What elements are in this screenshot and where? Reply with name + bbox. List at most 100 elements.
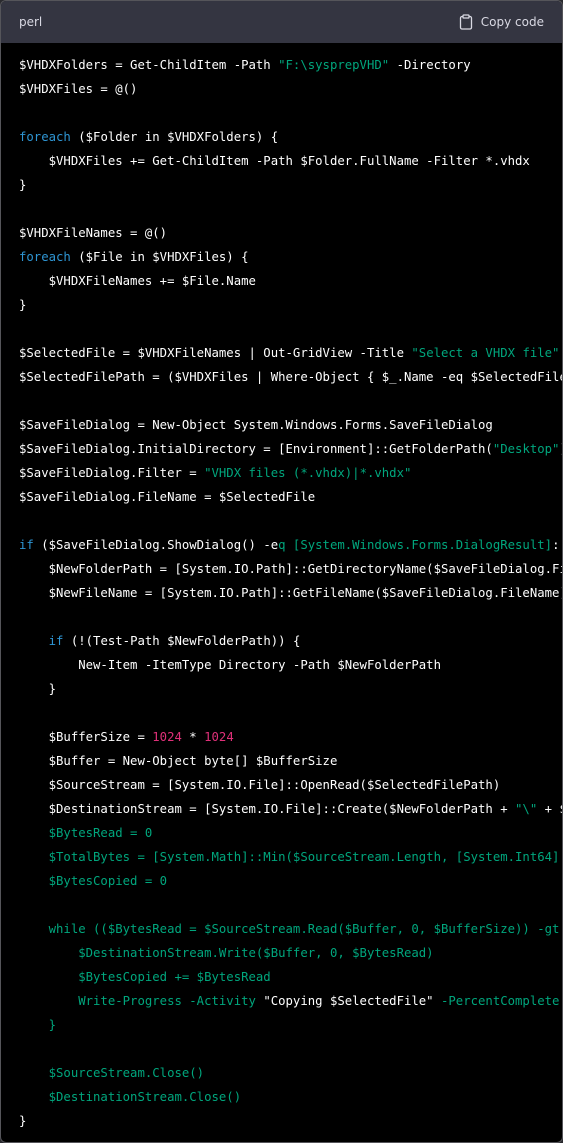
code-line: foreach ($Folder in $VHDXFolders) { [19, 125, 562, 149]
code-token: $Buffer = New-Object byte[] $BufferSize [19, 754, 338, 768]
language-label: perl [19, 15, 43, 29]
code-token: } [19, 178, 27, 192]
code-token: ::OK) { [552, 538, 562, 552]
code-token: ) [559, 442, 562, 456]
code-line: $VHDXFolders = Get-ChildItem -Path "F:\s… [19, 53, 562, 77]
code-token: $VHDXFiles += Get-ChildItem -Path $Folde… [19, 154, 530, 168]
code-token: $BytesCopied = 0 [19, 874, 168, 888]
code-token: } [19, 682, 57, 696]
code-token: Write-Progress -Activity [19, 994, 264, 1008]
code-line: $SaveFileDialog = New-Object System.Wind… [19, 413, 562, 437]
code-token: $VHDXFileNames = @() [19, 226, 168, 240]
code-token: } [19, 298, 27, 312]
code-token: "Desktop" [492, 442, 560, 456]
code-line: $SourceStream = [System.IO.File]::OpenRe… [19, 773, 562, 797]
code-token: 1024 [204, 730, 234, 744]
code-token: $SourceStream.Close() [19, 1066, 205, 1080]
code-line: } [19, 1109, 562, 1133]
code-token: $SaveFileDialog.Filter = [19, 466, 205, 480]
code-token: q [System.Windows.Forms.DialogResult] [278, 538, 553, 552]
code-token: $SaveFileDialog = New-Object System.Wind… [19, 418, 493, 432]
code-line: $NewFolderPath = [System.IO.Path]::GetDi… [19, 557, 562, 581]
code-line: $VHDXFiles += Get-ChildItem -Path $Folde… [19, 149, 562, 173]
code-line: $BufferSize = 1024 * 1024 [19, 725, 562, 749]
code-token: foreach [19, 130, 71, 144]
code-token: $DestinationStream.Write($Buffer, 0, $By… [19, 946, 434, 960]
code-token: foreach [19, 250, 71, 264]
code-line: $VHDXFileNames = @() [19, 221, 562, 245]
code-line: New-Item -ItemType Directory -Path $NewF… [19, 653, 562, 677]
code-token: $BytesCopied += $BytesRead [19, 970, 271, 984]
code-token: $SelectedFile = $VHDXFileNames | Out-Gri… [19, 346, 412, 360]
copy-code-label: Copy code [480, 15, 544, 29]
code-line: if ($SaveFileDialog.ShowDialog() -eq [Sy… [19, 533, 562, 557]
code-token: + $NewFileName) [544, 802, 562, 816]
code-block: perl Copy code $VHDXFolders = Get-ChildI… [0, 0, 563, 1143]
code-line: $Buffer = New-Object byte[] $BufferSize [19, 749, 562, 773]
code-token: $TotalBytes = [System.Math]::Min($Source… [48, 850, 562, 864]
code-line: $VHDXFiles = @() [19, 77, 562, 101]
code-line: $SaveFileDialog.Filter = "VHDX files (*.… [19, 461, 562, 485]
copy-code-button[interactable]: Copy code [459, 14, 544, 30]
code-token: $SaveFileDialog.InitialDirectory = [Envi… [19, 442, 493, 456]
clipboard-icon [459, 14, 473, 30]
code-content[interactable]: $VHDXFolders = Get-ChildItem -Path "F:\s… [1, 43, 562, 1133]
code-token: ($Folder in $VHDXFolders) { [70, 130, 279, 144]
code-line: foreach ($File in $VHDXFiles) { [19, 245, 562, 269]
code-line: $VHDXFileNames += $File.Name [19, 269, 562, 293]
code-token: $SelectedFilePath = ($VHDXFiles | Where-… [19, 370, 562, 384]
code-line: $DestinationStream.Close() [19, 1085, 562, 1109]
code-line: $SaveFileDialog.FileName = $SelectedFile [19, 485, 562, 509]
code-line: $SaveFileDialog.InitialDirectory = [Envi… [19, 437, 562, 461]
code-line: $DestinationStream = [System.IO.File]::C… [19, 797, 562, 821]
code-token: $NewFolderPath = [System.IO.Path]::GetDi… [19, 562, 562, 576]
code-line: $BytesRead = 0 [19, 821, 562, 845]
code-token: "F:\sysprepVHD" [278, 58, 390, 72]
code-line: $DestinationStream.Write($Buffer, 0, $By… [19, 941, 562, 965]
code-token: $VHDXFileNames += $File.Name [19, 274, 256, 288]
code-line: $BytesCopied += $BytesRead [19, 965, 562, 989]
code-token: -Directory [389, 58, 471, 72]
code-token: -PercentComplete ([System.Math]::Round($… [440, 994, 560, 1008]
code-token: } [19, 1018, 57, 1032]
code-token: if [48, 634, 64, 648]
code-line: $SourceStream.Close() [19, 1061, 562, 1085]
code-token: $DestinationStream.Close() [19, 1090, 242, 1104]
code-line: } [19, 1013, 562, 1037]
code-token: ($SaveFileDialog.ShowDialog() -e [33, 538, 279, 552]
code-line: $BytesCopied = 0 [19, 869, 562, 893]
code-token: $BytesRead = 0 [19, 826, 153, 840]
code-token: $SaveFileDialog.FileName = $SelectedFile [19, 490, 316, 504]
code-line: while (($BytesRead = $SourceStream.Read(… [19, 917, 562, 941]
code-line: } [19, 677, 562, 701]
code-token: "\" [515, 802, 538, 816]
code-token: $VHDXFolders = Get-ChildItem -Path [19, 58, 279, 72]
code-token: $DestinationStream = [System.IO.File]::C… [19, 802, 516, 816]
code-line: if (!(Test-Path $NewFolderPath)) { [19, 629, 562, 653]
code-token: * [181, 730, 205, 744]
code-line: $SelectedFilePath = ($VHDXFiles | Where-… [19, 365, 562, 389]
code-token: "Select a VHDX file" [411, 346, 560, 360]
code-token: $BufferSize = [19, 730, 153, 744]
code-line: } [19, 293, 562, 317]
code-token: $SourceStream = [System.IO.File]::OpenRe… [19, 778, 501, 792]
code-block-header: perl Copy code [1, 1, 562, 43]
code-token: $VHDXFiles = @() [19, 82, 138, 96]
code-line: $TotalBytes = [System.Math]::Min($Source… [19, 845, 562, 869]
code-token: while (($BytesRead = $SourceStream.Read(… [19, 922, 562, 936]
code-token: 1024 [152, 730, 182, 744]
code-token: "Copying $SelectedFile" [263, 994, 434, 1008]
code-token: ($File in $VHDXFiles) { [70, 250, 249, 264]
code-token: (!(Test-Path $NewFolderPath)) { [63, 634, 301, 648]
code-line: $NewFileName = [System.IO.Path]::GetFile… [19, 581, 562, 605]
code-token: -OutputMode Single [559, 346, 562, 360]
